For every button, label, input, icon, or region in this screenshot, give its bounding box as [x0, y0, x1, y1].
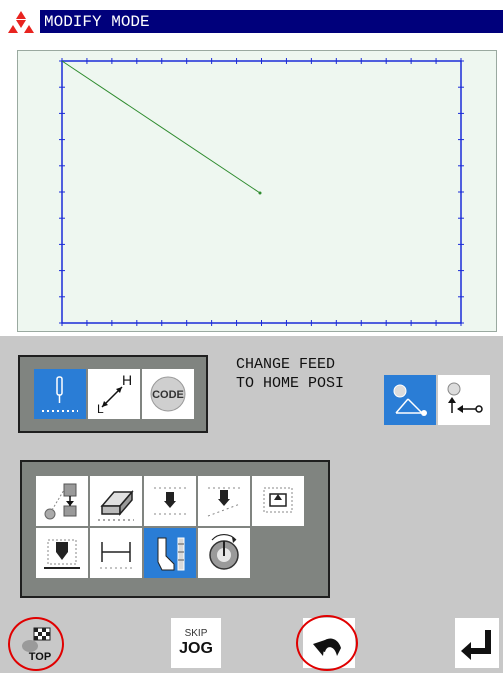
feed-to-point-icon: [393, 384, 427, 416]
point-move-button[interactable]: [36, 476, 88, 526]
presser-foot-button[interactable]: [144, 528, 196, 578]
point-insert-icon: [154, 487, 186, 515]
width-measure-icon: [100, 542, 132, 569]
back-highlight-ring: [296, 615, 358, 671]
block-move-icon: [263, 487, 293, 513]
section-move-icon: [207, 487, 241, 517]
needle-stitch-icon: [42, 376, 78, 412]
block-down-icon: [44, 539, 80, 569]
frame-ticks: [59, 58, 464, 326]
point-move-icon: [44, 483, 77, 520]
svg-text:CODE: CODE: [152, 389, 184, 401]
message-line-2: TO HOME POSI: [236, 375, 345, 392]
presser-foot-icon: [157, 537, 185, 571]
pattern-drawing: [59, 58, 464, 326]
title-bar: MODIFY MODE: [0, 0, 503, 36]
width-measure-button[interactable]: [90, 528, 142, 578]
current-point: [258, 191, 262, 195]
status-message: CHANGE FEED TO HOME POSI: [236, 355, 344, 393]
feed-to-home-button[interactable]: [438, 375, 490, 425]
feed-to-home-icon: [447, 382, 483, 413]
erase-button[interactable]: [90, 476, 142, 526]
edit-tool-panel: [20, 460, 330, 598]
height-diagonal-icon: L H: [97, 372, 132, 416]
skip-jog-button[interactable]: SKIP JOG: [171, 618, 221, 668]
top-highlight-ring: [8, 617, 64, 671]
section-move-button[interactable]: [198, 476, 250, 526]
height-button[interactable]: L H: [88, 369, 140, 419]
mitsubishi-logo: [8, 11, 34, 33]
block-move-button[interactable]: [252, 476, 304, 526]
code-icon: CODE: [150, 376, 186, 412]
pattern-canvas[interactable]: [17, 50, 497, 332]
svg-text:H: H: [122, 372, 132, 388]
speed-dial-icon: [209, 534, 239, 570]
point-insert-button[interactable]: [144, 476, 196, 526]
feed-to-point-button[interactable]: [384, 375, 436, 425]
jog-label: JOG: [179, 640, 213, 657]
message-line-1: CHANGE FEED: [236, 356, 336, 373]
pattern-area: [0, 36, 503, 336]
enter-button[interactable]: [455, 618, 499, 668]
page-title: MODIFY MODE: [44, 13, 150, 31]
stitch-line: [61, 60, 261, 194]
mode-tool-panel: L H CODE: [18, 355, 208, 433]
block-down-button[interactable]: [36, 528, 88, 578]
code-button[interactable]: CODE: [142, 369, 194, 419]
svg-text:L: L: [97, 402, 104, 416]
enter-icon: [461, 630, 491, 660]
skip-label: SKIP: [184, 628, 208, 639]
speed-dial-button[interactable]: [198, 528, 250, 578]
eraser-icon: [98, 489, 134, 521]
stitch-mode-button[interactable]: [34, 369, 86, 419]
